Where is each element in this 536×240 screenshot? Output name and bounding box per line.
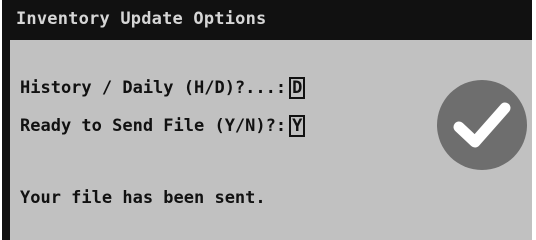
status-message: Your file has been sent. bbox=[20, 188, 266, 208]
ready-to-send-field[interactable]: Y bbox=[289, 115, 306, 137]
title-bar: Inventory Update Options bbox=[10, 0, 532, 40]
inventory-update-panel: Inventory Update Options History / Daily… bbox=[2, 0, 532, 240]
window-title: Inventory Update Options bbox=[16, 9, 267, 29]
ready-to-send-label: Ready to Send File (Y/N)?: bbox=[20, 116, 287, 136]
history-daily-row: History / Daily (H/D)?...: D bbox=[20, 77, 306, 99]
checkmark-circle-icon bbox=[437, 80, 527, 170]
history-daily-label: History / Daily (H/D)?...: bbox=[20, 78, 287, 98]
history-daily-field[interactable]: D bbox=[289, 77, 306, 99]
ready-to-send-row: Ready to Send File (Y/N)?: Y bbox=[20, 115, 306, 137]
